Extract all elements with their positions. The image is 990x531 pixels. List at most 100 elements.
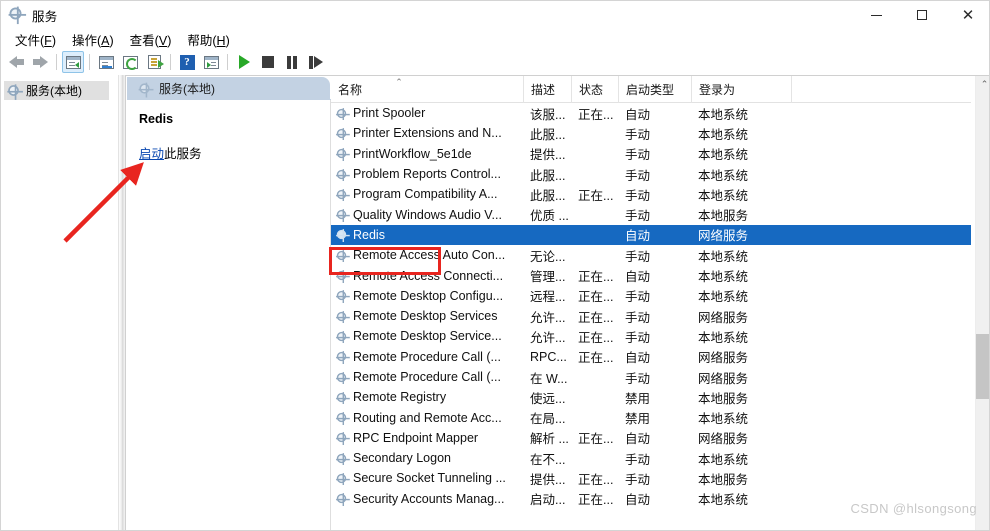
table-row[interactable]: Remote Registry 使远... 禁用 本地服务 (331, 387, 971, 407)
restart-service-button[interactable] (305, 51, 327, 73)
menu-file[interactable]: 文件(F) (7, 28, 64, 51)
cell-log-on-as: 本地系统 (698, 493, 749, 508)
properties-button[interactable] (95, 51, 117, 73)
cell-log-on-as: 本地服务 (698, 391, 749, 406)
service-name-label: Remote Procedure Call (... (353, 370, 501, 384)
cell-startup-type: 自动 (625, 270, 651, 285)
play-icon (238, 55, 250, 69)
cell-startup-type: 自动 (625, 107, 651, 122)
table-row[interactable]: Redis 自动 网络服务 (331, 224, 971, 246)
cell-log-on-as: 本地系统 (698, 168, 749, 183)
column-header-status[interactable]: 状态 (571, 76, 618, 103)
help-button[interactable]: ? (176, 51, 198, 73)
table-row[interactable]: Security Accounts Manag... 启动... 正在... 自动 本地… (331, 489, 971, 509)
service-name-label: RPC Endpoint Mapper (353, 430, 479, 445)
show-action-pane-button[interactable] (200, 51, 222, 73)
cell-name: Remote Access Connecti... (331, 269, 523, 283)
scroll-up-arrow-icon[interactable]: ⌃ (976, 76, 989, 93)
table-row[interactable]: RPC Endpoint Mapper 解析 ... 正在... 自动 网络服务 (331, 428, 971, 448)
cell-status: 正在... (578, 432, 614, 447)
services-row-container: Print Spooler 该服... 正在... 自动 本地系统 Printer Ext… (331, 103, 971, 530)
start-service-button[interactable] (233, 51, 255, 73)
column-header-startup-type[interactable]: 启动类型 (618, 76, 691, 103)
table-row[interactable]: Printer Extensions and N... 此服... 手动 本地系统 (331, 123, 971, 143)
scrollbar-thumb[interactable] (976, 334, 989, 399)
tree-item-label: 服务(本地) (26, 84, 82, 98)
table-row[interactable]: Remote Procedure Call (... 在 W... 手动 网络服务 (331, 367, 971, 387)
cell-startup-type: 手动 (625, 330, 651, 345)
services-gear-icon (336, 229, 350, 242)
forward-button[interactable] (29, 51, 51, 73)
maximize-button[interactable] (899, 1, 945, 29)
minimize-button[interactable] (853, 1, 899, 29)
arrow-left-icon (9, 56, 24, 68)
export-list-icon (147, 55, 164, 69)
close-button[interactable]: ✕ (945, 1, 989, 29)
table-row[interactable]: Remote Access Connecti... 管理... 正在... 自动 本地系… (331, 265, 971, 285)
column-header-log-on-as[interactable]: 登录为 (691, 76, 791, 103)
list-vertical-scrollbar[interactable]: ⌃ (975, 76, 989, 530)
console-tree-pane: 服务(本地) (1, 75, 119, 530)
service-name-label: Redis (353, 227, 385, 242)
services-gear-icon (336, 391, 350, 405)
services-gear-icon (336, 432, 350, 445)
cell-status: 正在... (578, 330, 614, 345)
services-pane: 服务(本地) Redis 启动此服务 名称 ⌃ 描述 状态 启动类型 登录为 P… (125, 75, 989, 530)
menu-view[interactable]: 查看(V) (122, 28, 180, 51)
table-row[interactable]: Print Spooler 该服... 正在... 自动 本地系统 (331, 103, 971, 123)
selected-service-name: Redis (139, 112, 174, 126)
cell-startup-type: 手动 (625, 209, 651, 224)
cell-description: 在局... (530, 412, 566, 427)
cell-status: 正在... (578, 310, 614, 325)
cell-startup-type: 手动 (625, 188, 651, 203)
services-window: 服务 ✕ 文件(F) 操作(A) 查看(V) 帮助(H) ? 服务(本地) 服务… (0, 0, 990, 531)
table-row[interactable]: Remote Procedure Call (... RPC... 正在... 自动 网… (331, 347, 971, 367)
back-button[interactable] (5, 51, 27, 73)
cell-startup-type: 手动 (625, 452, 651, 467)
toolbar-separator (56, 54, 57, 70)
pane-tab-services-local[interactable]: 服务(本地) (127, 77, 330, 99)
cell-status: 正在... (578, 472, 614, 487)
menu-help[interactable]: 帮助(H) (179, 28, 237, 51)
table-row[interactable]: Quality Windows Audio V... 优质 ... 手动 本地服务 (331, 204, 971, 224)
service-name-label: Secure Socket Tunneling ... (353, 471, 506, 486)
table-row[interactable]: Problem Reports Control... 此服... 手动 本地系统 (331, 164, 971, 184)
menu-action[interactable]: 操作(A) (64, 28, 122, 51)
services-gear-icon (7, 84, 23, 100)
tree-item-services-local[interactable]: 服务(本地) (4, 81, 109, 100)
services-gear-icon (8, 6, 27, 25)
column-header-description[interactable]: 描述 (523, 76, 571, 103)
menu-bar: 文件(F) 操作(A) 查看(V) 帮助(H) (1, 28, 989, 51)
table-row[interactable]: Secondary Logon 在不... 手动 本地系统 (331, 448, 971, 468)
cell-startup-type: 手动 (625, 127, 651, 142)
cell-description: 解析 ... (530, 432, 569, 447)
sort-ascending-icon: ⌃ (395, 76, 403, 87)
cell-log-on-as: 本地系统 (698, 188, 749, 203)
column-header-name[interactable]: 名称 ⌃ (331, 76, 523, 103)
table-row[interactable]: Remote Desktop Configu... 远程... 正在... 手动 本地系… (331, 286, 971, 306)
table-row[interactable]: Remote Access Auto Con... 无论... 手动 本地系统 (331, 245, 971, 265)
close-icon: ✕ (961, 5, 975, 24)
service-name-label: Remote Registry (353, 390, 447, 405)
cell-name: PrintWorkflow_5e1de (331, 147, 523, 161)
table-row[interactable]: Program Compatibility A... 此服... 正在... 手动 本地… (331, 184, 971, 204)
table-row[interactable]: Remote Desktop Service... 允许... 正在... 手动 本地系… (331, 326, 971, 346)
service-action-text: 启动此服务 (139, 143, 318, 162)
table-row[interactable]: Routing and Remote Acc... 在局... 禁用 本地系统 (331, 407, 971, 427)
service-name-label: PrintWorkflow_5e1de (353, 146, 472, 161)
table-row[interactable]: Remote Desktop Services 允许... 正在... 手动 网络服务 (331, 306, 971, 326)
show-hide-tree-button[interactable] (62, 51, 84, 73)
services-gear-icon (336, 188, 350, 202)
service-name-label: Remote Access Connecti... (353, 268, 504, 283)
cell-name: Quality Windows Audio V... (331, 208, 523, 222)
stop-service-button[interactable] (257, 51, 279, 73)
cell-log-on-as: 本地系统 (698, 412, 749, 427)
table-row[interactable]: Secure Socket Tunneling ... 提供... 正在... 手动 本… (331, 468, 971, 488)
service-name-label: Problem Reports Control... (353, 167, 501, 182)
start-service-link[interactable]: 启动 (139, 147, 164, 161)
table-row[interactable]: PrintWorkflow_5e1de 提供... 手动 本地系统 (331, 144, 971, 164)
cell-name: Print Spooler (331, 106, 523, 121)
pause-service-button[interactable] (281, 51, 303, 73)
export-list-button[interactable] (143, 51, 165, 73)
refresh-button[interactable] (119, 51, 141, 73)
